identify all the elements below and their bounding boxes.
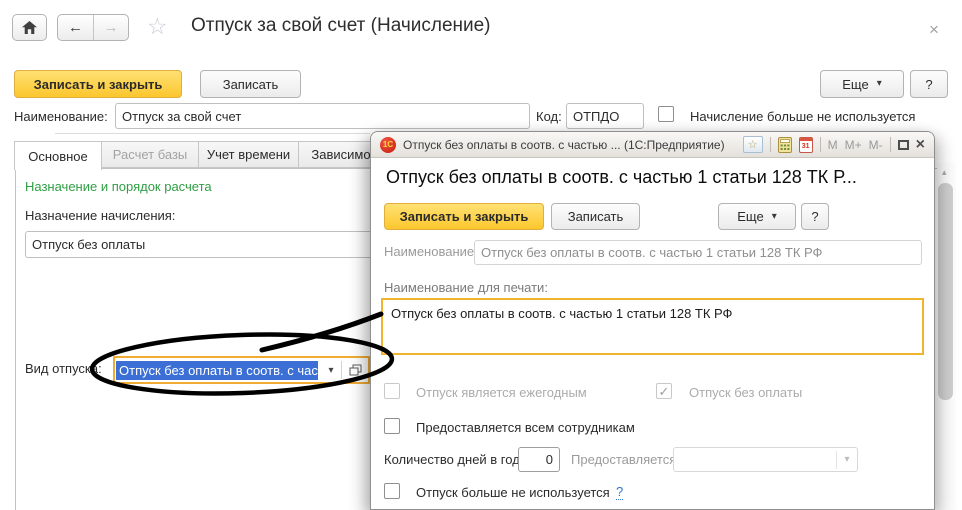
star-icon: ☆ — [748, 138, 758, 151]
more-label: Еще — [842, 77, 868, 92]
name-field[interactable]: Отпуск за свой счет — [115, 103, 530, 129]
popup-heading: Отпуск без оплаты в соотв. с частью 1 ст… — [386, 167, 926, 188]
close-icon[interactable]: × — [929, 21, 939, 38]
print-name-label: Наименование для печати: — [384, 280, 548, 295]
days-per-year-label: Количество дней в год: — [384, 452, 523, 467]
popup-help-button[interactable]: ? — [801, 203, 829, 230]
section-header: Назначение и порядок расчета — [25, 179, 212, 194]
forward-arrow-icon: → — [104, 19, 119, 36]
scrollbar-thumb[interactable] — [938, 183, 953, 400]
tab-main[interactable]: Основное — [14, 141, 102, 170]
home-icon — [22, 21, 37, 34]
popup-save-and-close-label: Записать и закрыть — [400, 209, 529, 224]
all-employees-checkbox[interactable] — [384, 418, 400, 434]
help-label: ? — [925, 77, 932, 92]
memory-minus-button[interactable]: M- — [869, 138, 883, 152]
popup-name-field: Отпуск без оплаты в соотв. с частью 1 ст… — [474, 240, 922, 265]
calculator-icon[interactable] — [778, 137, 792, 153]
titlebar-separator — [770, 137, 771, 152]
popup-name-label: Наименование: — [384, 244, 478, 259]
home-button[interactable] — [12, 14, 47, 41]
unpaid-vacation-label: Отпуск без оплаты — [689, 385, 802, 400]
deprecated-checkbox[interactable] — [658, 106, 674, 122]
provided-label: Предоставляется: — [571, 452, 680, 467]
back-button[interactable]: ← — [58, 15, 93, 40]
name-field-label: Наименование: — [14, 109, 108, 124]
favorite-star-icon[interactable]: ☆ — [147, 15, 168, 38]
vacation-kind-label: Вид отпуска: — [25, 361, 102, 376]
popup-more-button[interactable]: Еще ▾ — [718, 203, 796, 230]
calendar-icon-day: 31 — [802, 141, 810, 152]
memory-button[interactable]: M — [828, 138, 838, 152]
scroll-up-icon[interactable]: ▴ — [942, 168, 947, 177]
popup-window: 1С Отпуск без оплаты в соотв. с частью .… — [370, 131, 935, 510]
vacation-kind-selected-text: Отпуск без оплаты в соотв. с час — [116, 361, 318, 380]
purpose-field-label: Назначение начисления: — [25, 208, 175, 223]
print-name-textarea[interactable]: Отпуск без оплаты в соотв. с частью 1 ст… — [381, 298, 924, 355]
calendar-icon[interactable]: 31 — [799, 137, 813, 153]
vacation-not-used-checkbox[interactable] — [384, 483, 400, 499]
tab-calc-base[interactable]: Расчет базы — [101, 141, 199, 168]
maximize-icon[interactable] — [898, 140, 909, 150]
titlebar-separator — [820, 137, 821, 152]
chevron-down-icon[interactable]: ▾ — [321, 365, 341, 376]
deprecated-checkbox-label: Начисление больше не используется — [690, 109, 915, 124]
annual-vacation-label: Отпуск является ежегодным — [416, 385, 587, 400]
chevron-down-icon: ▾ — [772, 212, 777, 222]
separator-line — [55, 133, 370, 134]
popup-close-icon[interactable]: × — [916, 137, 925, 153]
vertical-scrollbar[interactable]: ▴ — [937, 163, 956, 510]
code-field[interactable]: ОТПДО — [566, 103, 644, 129]
memory-plus-button[interactable]: M+ — [845, 138, 862, 152]
open-form-icon — [349, 364, 362, 376]
popup-help-label: ? — [811, 209, 818, 224]
annual-vacation-checkbox — [384, 383, 400, 399]
chevron-down-icon: ▾ — [877, 79, 882, 89]
page-title: Отпуск за свой счет (Начисление) — [191, 15, 491, 37]
save-label: Записать — [223, 77, 279, 92]
forward-button[interactable]: → — [93, 15, 128, 40]
tab-strip: Основное Расчет базы Учет времени Зависи… — [15, 141, 384, 170]
save-and-close-button[interactable]: Записать и закрыть — [14, 70, 182, 98]
unpaid-vacation-checkbox — [656, 383, 672, 399]
popup-titlebar-text: Отпуск без оплаты в соотв. с частью ... … — [403, 138, 725, 152]
days-per-year-field[interactable]: 0 — [518, 447, 560, 472]
help-button[interactable]: ? — [910, 70, 948, 98]
popup-save-label: Записать — [568, 209, 624, 224]
save-button[interactable]: Записать — [200, 70, 301, 98]
more-button[interactable]: Еще ▾ — [820, 70, 904, 98]
all-employees-label: Предоставляется всем сотрудникам — [416, 420, 635, 435]
vacation-kind-combobox[interactable]: Отпуск без оплаты в соотв. с час ▾ — [113, 356, 370, 384]
vacation-not-used-label: Отпуск больше не используется — [416, 485, 610, 500]
titlebar-separator — [890, 137, 891, 152]
1c-logo-icon: 1С — [380, 137, 396, 153]
tab-time-tracking[interactable]: Учет времени — [198, 141, 299, 168]
favorites-button[interactable]: ☆ — [743, 136, 763, 153]
code-field-label: Код: — [536, 109, 562, 124]
save-and-close-label: Записать и закрыть — [34, 77, 163, 92]
question-link[interactable]: ? — [616, 484, 623, 500]
popup-save-button[interactable]: Записать — [551, 203, 640, 230]
nav-group: ← → — [57, 14, 129, 41]
provided-combobox: ▾ — [673, 447, 858, 472]
popup-more-label: Еще — [737, 209, 763, 224]
popup-save-and-close-button[interactable]: Записать и закрыть — [384, 203, 544, 230]
popup-titlebar[interactable]: 1С Отпуск без оплаты в соотв. с частью .… — [371, 132, 934, 158]
open-form-button[interactable] — [342, 364, 368, 376]
back-arrow-icon: ← — [68, 19, 83, 36]
chevron-down-icon: ▾ — [837, 454, 857, 465]
